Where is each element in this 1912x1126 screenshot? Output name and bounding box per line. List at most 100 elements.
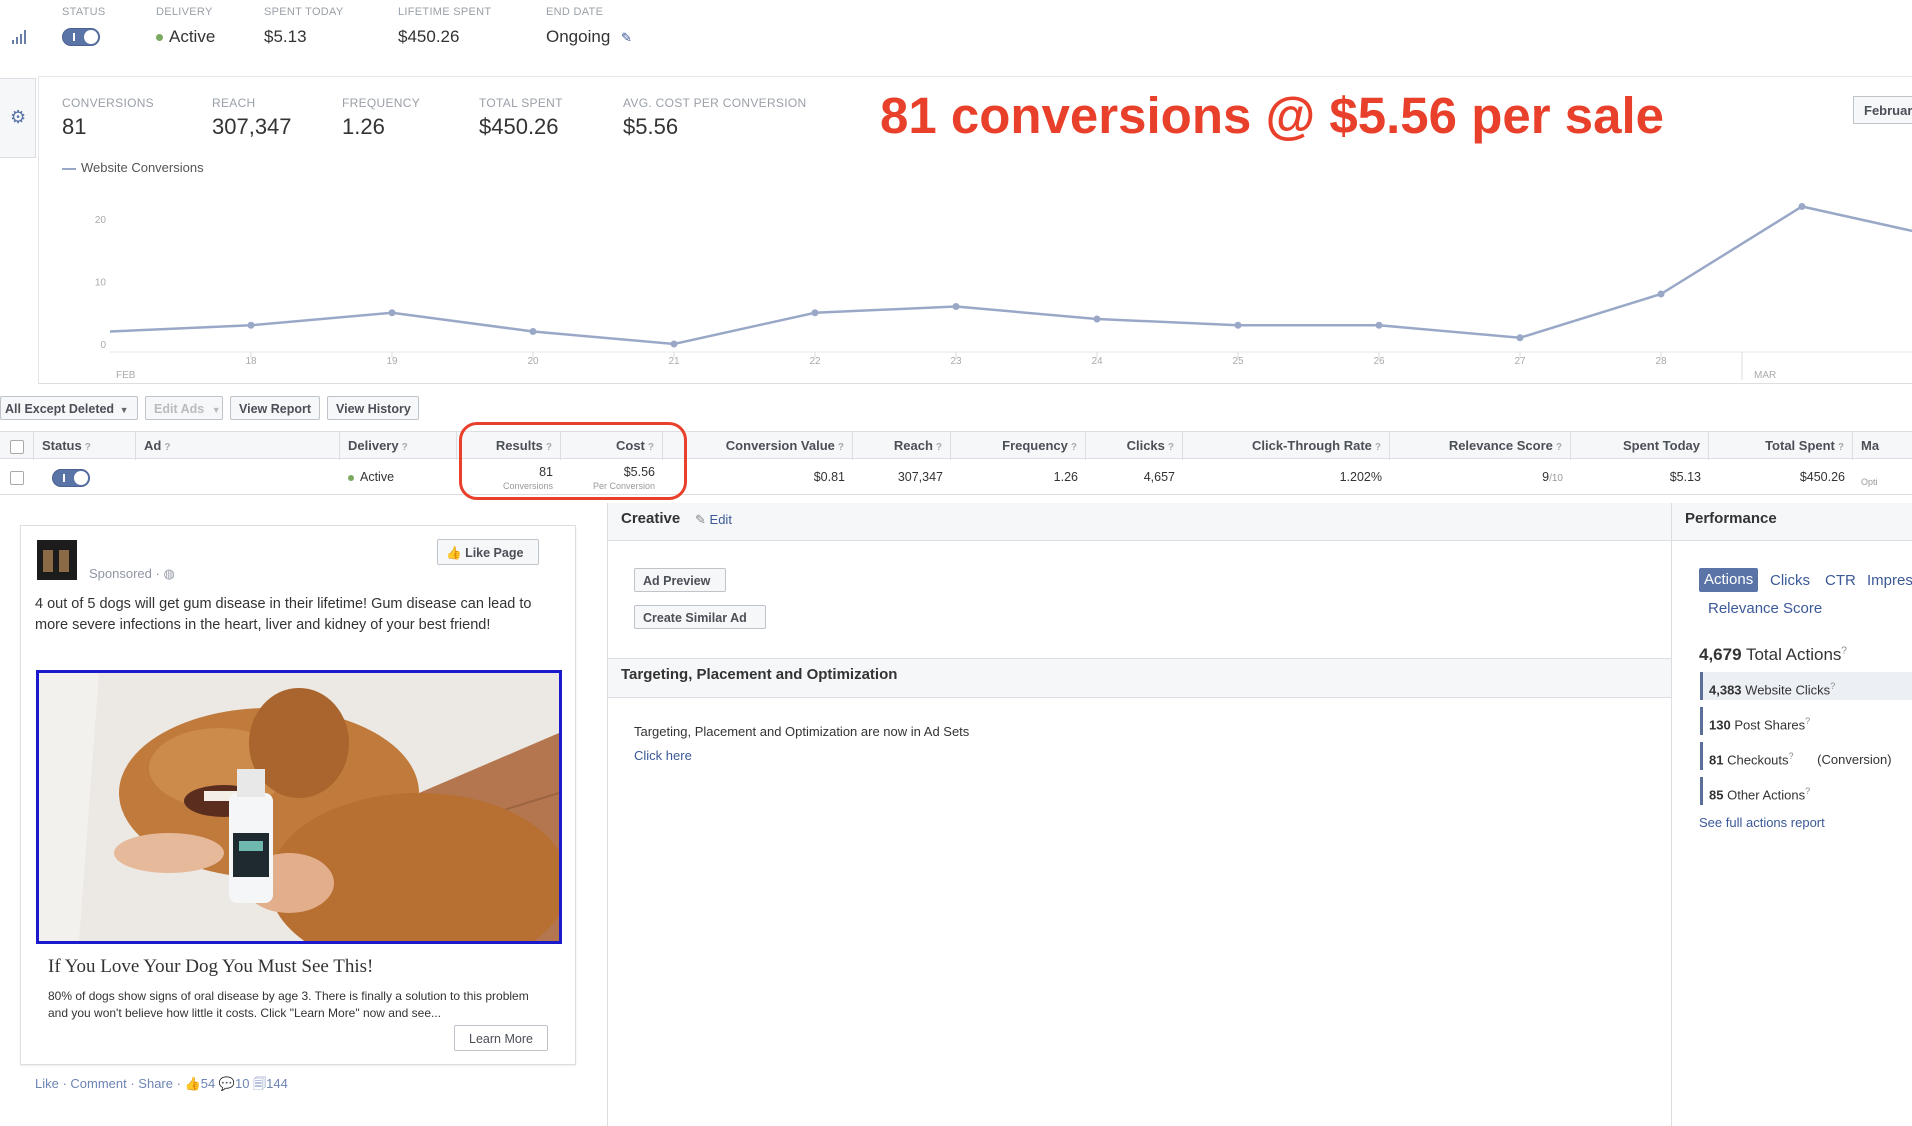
row-clicks: 4,657	[1143, 470, 1175, 484]
help-icon[interactable]: ?	[1805, 786, 1810, 796]
ad-preview-button[interactable]: Ad Preview	[634, 568, 726, 592]
help-icon[interactable]: ?	[1168, 442, 1174, 453]
lifetime-spent-label: LIFETIME SPENT	[398, 6, 492, 18]
col-reach[interactable]: Reach?	[853, 432, 951, 460]
x-tick-label: 23	[950, 356, 962, 367]
x-tick-label: 26	[1373, 356, 1385, 367]
help-icon[interactable]: ?	[838, 442, 844, 453]
pencil-icon[interactable]: ✎	[621, 30, 632, 45]
data-point	[529, 328, 537, 335]
action-num: 81	[1709, 752, 1724, 768]
action-other[interactable]: 85 Other Actions?	[1700, 777, 1912, 805]
status-toggle[interactable]	[62, 28, 100, 46]
help-icon[interactable]: ?	[1805, 716, 1810, 726]
tab-clicks[interactable]: Clicks	[1770, 572, 1810, 589]
row-checkbox[interactable]	[10, 470, 24, 485]
y-tick-label: 20	[95, 215, 107, 226]
table-header: Status? Ad? Delivery? Results? Cost? Con…	[0, 431, 1912, 460]
help-icon[interactable]: ?	[1838, 442, 1844, 453]
col-total-spent[interactable]: Total Spent?	[1709, 432, 1853, 460]
caret-down-icon: ▼	[119, 405, 129, 415]
col-label: Status	[42, 438, 82, 453]
help-icon[interactable]: ?	[936, 442, 942, 453]
create-similar-ad-button[interactable]: Create Similar Ad	[634, 605, 766, 629]
pencil-icon: ✎	[695, 512, 706, 527]
help-icon[interactable]: ?	[402, 442, 408, 453]
relevance-score-link[interactable]: Relevance Score	[1708, 600, 1822, 617]
x-tick-label: 22	[809, 356, 821, 367]
col-label: Ma	[1861, 438, 1880, 453]
action-post-shares[interactable]: 130 Post Shares?	[1700, 707, 1912, 735]
learn-more-button[interactable]: Learn More	[454, 1025, 548, 1051]
thumbs-up-icon: 👍	[446, 546, 462, 560]
action-website-clicks[interactable]: 4,383 Website Clicks?	[1700, 672, 1912, 700]
col-status[interactable]: Status?	[34, 432, 136, 460]
help-icon[interactable]: ?	[164, 442, 170, 453]
metric-label: TOTAL SPENT	[479, 96, 563, 110]
top-summary: STATUS DELIVERY SPENT TODAY LIFETIME SPE…	[0, 0, 1912, 70]
col-delivery[interactable]: Delivery?	[340, 432, 457, 460]
x-tick-label: 21	[668, 356, 680, 367]
help-icon[interactable]: ?	[1071, 442, 1077, 453]
help-icon[interactable]: ?	[1375, 442, 1381, 453]
col-frequency[interactable]: Frequency?	[951, 432, 1086, 460]
chart-legend: Website Conversions	[62, 160, 204, 175]
help-icon[interactable]: ?	[1841, 645, 1847, 656]
help-icon[interactable]: ?	[1789, 751, 1794, 761]
x-tick-label: 18	[245, 356, 257, 367]
action-label: Other Actions	[1727, 787, 1806, 803]
table-row[interactable]: Active 81 Conversions $5.56 Per Conversi…	[0, 459, 1912, 495]
spent-today-value: $5.13	[264, 27, 307, 46]
col-ctr[interactable]: Click-Through Rate?	[1183, 432, 1390, 460]
page-avatar	[37, 540, 77, 580]
ad-image[interactable]	[36, 670, 562, 944]
sponsored-text: Sponsored	[89, 566, 152, 581]
col-relevance[interactable]: Relevance Score?	[1390, 432, 1571, 460]
like-page-button[interactable]: 👍 Like Page	[437, 539, 539, 565]
help-icon[interactable]: ?	[1830, 681, 1835, 691]
row-status-toggle[interactable]	[52, 469, 90, 487]
active-dot-icon	[348, 474, 354, 481]
full-actions-report-link[interactable]: See full actions report	[1699, 815, 1825, 830]
col-more[interactable]: Ma	[1853, 432, 1912, 460]
creative-edit-link[interactable]: ✎ Edit	[695, 512, 732, 528]
delivery-status: Active	[156, 27, 215, 47]
signal-bars-icon	[12, 30, 28, 49]
tab-ctr[interactable]: CTR	[1825, 572, 1856, 589]
col-conversion-value[interactable]: Conversion Value?	[663, 432, 853, 460]
col-clicks[interactable]: Clicks?	[1086, 432, 1183, 460]
product-logo-icon	[59, 550, 69, 572]
col-spent-today[interactable]: Spent Today	[1571, 432, 1709, 460]
end-date-value: Ongoing ✎	[546, 27, 632, 47]
col-label: Relevance Score	[1448, 438, 1553, 453]
select-all-checkbox[interactable]	[10, 439, 24, 454]
edit-ads-button[interactable]: Edit Ads ▼	[145, 396, 223, 420]
col-ad[interactable]: Ad?	[136, 432, 340, 460]
action-label: Post Shares	[1734, 717, 1806, 733]
view-history-button[interactable]: View History	[327, 396, 419, 420]
x-tick-label: 19	[386, 356, 398, 367]
caret-down-icon: ▼	[211, 405, 221, 415]
x-month-label: MAR	[1754, 370, 1776, 381]
tab-impressions[interactable]: Impres	[1867, 572, 1912, 589]
tab-actions[interactable]: Actions	[1699, 568, 1759, 592]
filter-dropdown[interactable]: All Except Deleted ▼	[0, 396, 138, 420]
globe-icon: ◍	[163, 566, 175, 581]
col-label: Frequency	[1002, 438, 1068, 453]
settings-tab[interactable]: ⚙	[0, 78, 36, 158]
targeting-link[interactable]: Click here	[634, 748, 692, 763]
metric-value: 1.26	[342, 114, 385, 139]
data-point	[1516, 334, 1524, 342]
view-report-button[interactable]: View Report	[230, 396, 320, 420]
help-icon[interactable]: ?	[1556, 442, 1562, 453]
help-icon[interactable]: ?	[85, 442, 91, 453]
metric-total-spent: TOTAL SPENT $450.26	[479, 96, 563, 140]
action-checkouts[interactable]: 81 Checkouts? (Conversion)	[1700, 742, 1912, 770]
edit-ads-label: Edit Ads	[154, 402, 205, 416]
ad-headline[interactable]: If You Love Your Dog You Must See This!	[48, 956, 373, 978]
col-label: Delivery	[348, 438, 399, 453]
ad-description: 80% of dogs show signs of oral disease b…	[48, 989, 529, 1020]
select-all-cell	[0, 432, 34, 460]
footer-links[interactable]: Like · Comment · Share ·	[35, 1076, 181, 1091]
date-range-button[interactable]: Februar	[1853, 96, 1912, 124]
